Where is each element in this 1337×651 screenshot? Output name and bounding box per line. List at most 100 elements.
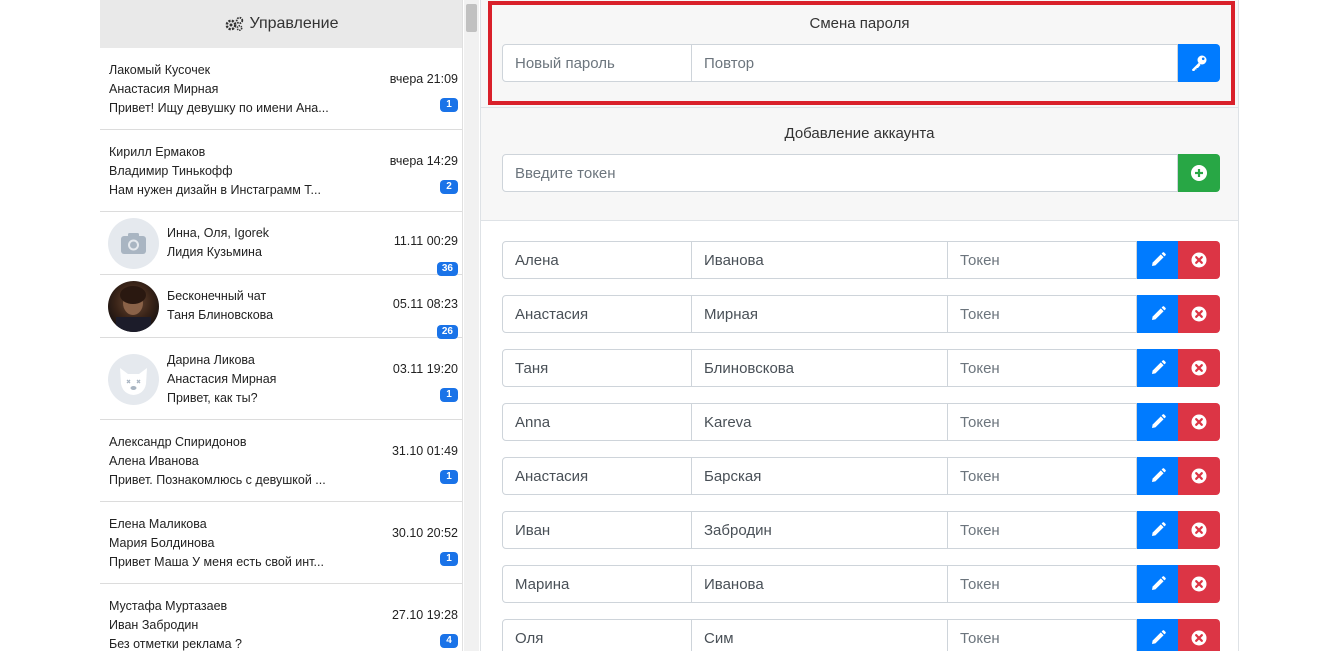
times-circle-icon xyxy=(1191,360,1207,376)
delete-account-button[interactable] xyxy=(1178,349,1220,387)
chat-time: 31.10 01:49 xyxy=(391,444,458,458)
delete-account-button[interactable] xyxy=(1178,403,1220,441)
chat-account-name: Анастасия Мирная xyxy=(109,82,219,96)
chat-list-item[interactable]: Бесконечный чат Таня Блиновскова 05.11 08:… xyxy=(100,275,462,339)
account-last-name-input[interactable]: Kareva xyxy=(691,403,948,441)
delete-account-button[interactable] xyxy=(1178,511,1220,549)
account-first-name-input[interactable]: Анастасия xyxy=(502,457,692,495)
times-circle-icon xyxy=(1191,414,1207,430)
token-input[interactable]: Введите токен xyxy=(502,154,1178,192)
chat-lines: Кирилл Ермаков Владимир Тинькофф Нам нужен… xyxy=(109,143,321,200)
times-circle-icon xyxy=(1191,252,1207,268)
deactivated-dog-avatar-icon xyxy=(108,354,159,405)
chat-last-message: Без отметки реклама ? xyxy=(109,637,242,651)
edit-account-button[interactable] xyxy=(1137,565,1179,603)
chat-title: Инна, Оля, Igorek xyxy=(167,226,270,240)
delete-account-button[interactable] xyxy=(1178,295,1220,333)
account-first-name-input[interactable]: Марина xyxy=(502,565,692,603)
pencil-icon xyxy=(1152,306,1166,320)
account-last-name-input[interactable]: Мирная xyxy=(691,295,948,333)
pencil-icon xyxy=(1152,576,1166,590)
chat-list-item[interactable]: Александр Спиридонов Алена Иванова Привет.… xyxy=(100,420,462,502)
chat-list-item[interactable]: Елена Маликова Мария Болдинова Привет Маша… xyxy=(100,502,462,584)
chat-time: 11.11 00:29 xyxy=(393,234,458,248)
chat-list-item[interactable]: Мустафа Муртазаев Иван Забродин Без отметк… xyxy=(100,584,462,651)
unread-badge: 36 xyxy=(436,262,458,276)
chat-last-message: Привет, как ты? xyxy=(167,391,258,405)
user-photo-avatar xyxy=(108,281,159,332)
chat-lines: Бесконечный чат Таня Блиновскова xyxy=(167,287,273,325)
account-last-name-input[interactable]: Сим xyxy=(691,619,948,651)
account-first-name-input[interactable]: Anna xyxy=(502,403,692,441)
delete-account-button[interactable] xyxy=(1178,457,1220,495)
account-token-input[interactable]: Токен xyxy=(947,403,1137,441)
sidebar-scrollbar-thumb[interactable] xyxy=(466,4,477,32)
delete-account-button[interactable] xyxy=(1178,565,1220,603)
unread-badge: 1 xyxy=(440,470,458,484)
change-password-button[interactable] xyxy=(1178,44,1220,82)
account-first-name-input[interactable]: Таня xyxy=(502,349,692,387)
add-account-button[interactable] xyxy=(1178,154,1220,192)
sidebar-header-label: Управление xyxy=(249,15,339,32)
edit-account-button[interactable] xyxy=(1137,511,1179,549)
account-token-input[interactable]: Токен xyxy=(947,241,1137,279)
account-last-name-input[interactable]: Барская xyxy=(691,457,948,495)
pencil-icon xyxy=(1152,360,1166,374)
chat-lines: Лакомый Кусочек Анастасия Мирная Привет! И… xyxy=(109,61,329,118)
edit-account-button[interactable] xyxy=(1137,403,1179,441)
account-first-name-input[interactable]: Анастасия xyxy=(502,295,692,333)
edit-account-button[interactable] xyxy=(1137,241,1179,279)
chat-title: Александр Спиридонов xyxy=(109,435,247,449)
chat-account-name: Алена Иванова xyxy=(109,454,199,468)
pencil-icon xyxy=(1152,468,1166,482)
delete-account-button[interactable] xyxy=(1178,241,1220,279)
account-last-name-input[interactable]: Иванова xyxy=(691,241,948,279)
account-last-name-input[interactable]: Блиновскова xyxy=(691,349,948,387)
account-last-name-input[interactable]: Забродин xyxy=(691,511,948,549)
repeat-password-input[interactable]: Повтор xyxy=(691,44,1178,82)
account-token-input[interactable]: Токен xyxy=(947,619,1137,651)
account-first-name-input[interactable]: Оля xyxy=(502,619,692,651)
account-last-name-input[interactable]: Иванова xyxy=(691,565,948,603)
sidebar-scrollbar[interactable] xyxy=(464,0,479,651)
pencil-icon xyxy=(1152,630,1166,644)
account-token-input[interactable]: Токен xyxy=(947,349,1137,387)
chat-time: вчера 21:09 xyxy=(389,72,458,86)
edit-account-button[interactable] xyxy=(1137,295,1179,333)
pencil-icon xyxy=(1152,252,1166,266)
camera-avatar-icon xyxy=(108,218,159,269)
chat-list: Лакомый Кусочек Анастасия Мирная Привет! И… xyxy=(100,48,462,651)
account-token-input[interactable]: Токен xyxy=(947,565,1137,603)
edit-account-button[interactable] xyxy=(1137,457,1179,495)
account-first-name-input[interactable]: Алена xyxy=(502,241,692,279)
account-token-input[interactable]: Токен xyxy=(947,295,1137,333)
chat-list-item[interactable]: Кирилл Ермаков Владимир Тинькофф Нам нужен… xyxy=(100,130,462,212)
password-section-title: Смена пароля xyxy=(809,15,910,32)
edit-account-button[interactable] xyxy=(1137,349,1179,387)
chat-account-name: Лидия Кузьмина xyxy=(167,245,262,259)
account-first-name-input[interactable]: Иван xyxy=(502,511,692,549)
new-password-input[interactable]: Новый пароль xyxy=(502,44,692,82)
chat-list-item[interactable]: Дарина Ликова Анастасия Мирная Привет, как… xyxy=(100,338,462,420)
times-circle-icon xyxy=(1191,468,1207,484)
times-circle-icon xyxy=(1191,522,1207,538)
unread-badge: 1 xyxy=(440,388,458,402)
unread-badge: 26 xyxy=(436,325,458,339)
account-token-input[interactable]: Токен xyxy=(947,457,1137,495)
chat-last-message: Привет! Ищу девушку по имени Ана... xyxy=(109,101,329,115)
chat-account-name: Иван Забродин xyxy=(109,618,199,632)
chat-list-item[interactable]: Лакомый Кусочек Анастасия Мирная Привет! И… xyxy=(100,48,462,130)
unread-badge: 1 xyxy=(440,98,458,112)
times-circle-icon xyxy=(1191,306,1207,322)
chat-last-message: Привет Маша У меня есть свой инт... xyxy=(109,555,324,569)
chat-last-message: Привет. Познакомлюсь с девушкой ... xyxy=(109,473,326,487)
chat-list-item[interactable]: Инна, Оля, Igorek Лидия Кузьмина 11.11 00:… xyxy=(100,212,462,276)
delete-account-button[interactable] xyxy=(1178,619,1220,651)
unread-badge: 2 xyxy=(440,180,458,194)
account-token-input[interactable]: Токен xyxy=(947,511,1137,549)
edit-account-button[interactable] xyxy=(1137,619,1179,651)
chat-account-name: Мария Болдинова xyxy=(109,536,215,550)
sidebar-header[interactable]: Управление xyxy=(100,0,462,48)
chat-time: 03.11 19:20 xyxy=(392,362,458,376)
chat-title: Дарина Ликова xyxy=(167,353,255,367)
